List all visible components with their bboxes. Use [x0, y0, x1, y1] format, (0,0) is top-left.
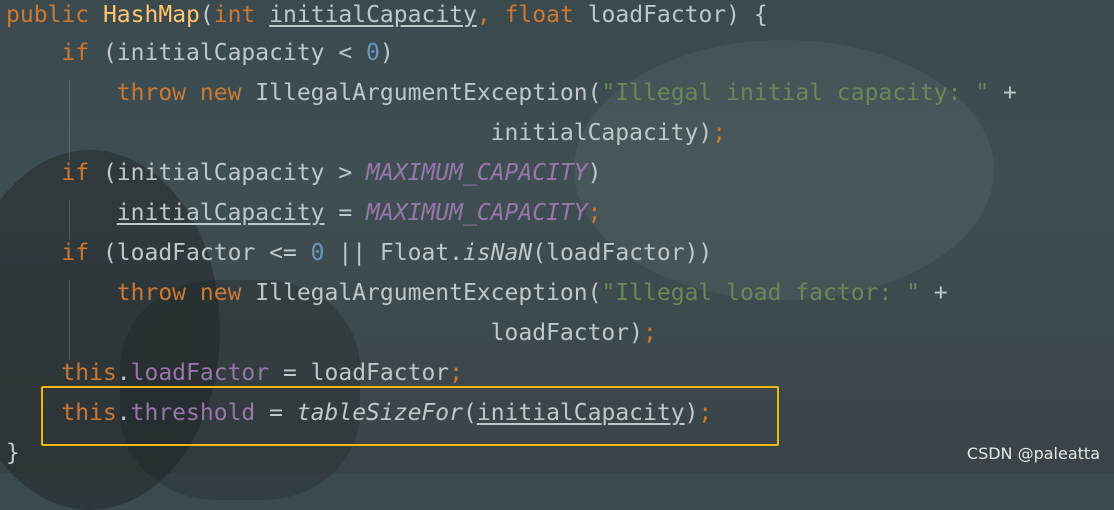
- code-line-6: initialCapacity = MAXIMUM_CAPACITY;: [116, 200, 602, 226]
- param-initialCapacity: initialCapacity: [269, 2, 477, 28]
- param-loadFactor: loadFactor: [587, 2, 727, 28]
- keyword-public: public: [6, 2, 90, 28]
- code-line-3: throw new IllegalArgumentException("Ille…: [116, 80, 1017, 106]
- code-line-5: if (initialCapacity > MAXIMUM_CAPACITY): [61, 160, 602, 186]
- constructor-name: HashMap: [102, 2, 200, 28]
- code-line-4: initialCapacity);: [490, 120, 727, 146]
- code-line-2: if (initialCapacity < 0): [61, 40, 394, 66]
- code-line-7: if (loadFactor <= 0 || Float.isNaN(loadF…: [61, 240, 713, 266]
- code-editor[interactable]: public HashMap(int initialCapacity, floa…: [0, 0, 1114, 473]
- highlight-box: [41, 386, 779, 446]
- code-line-12: }: [6, 440, 20, 466]
- code-line-8: throw new IllegalArgumentException("Ille…: [116, 280, 948, 306]
- code-line-1: public HashMap(int initialCapacity, floa…: [6, 2, 768, 28]
- watermark: CSDN @paleatta: [966, 444, 1100, 463]
- code-line-9: loadFactor);: [490, 320, 657, 346]
